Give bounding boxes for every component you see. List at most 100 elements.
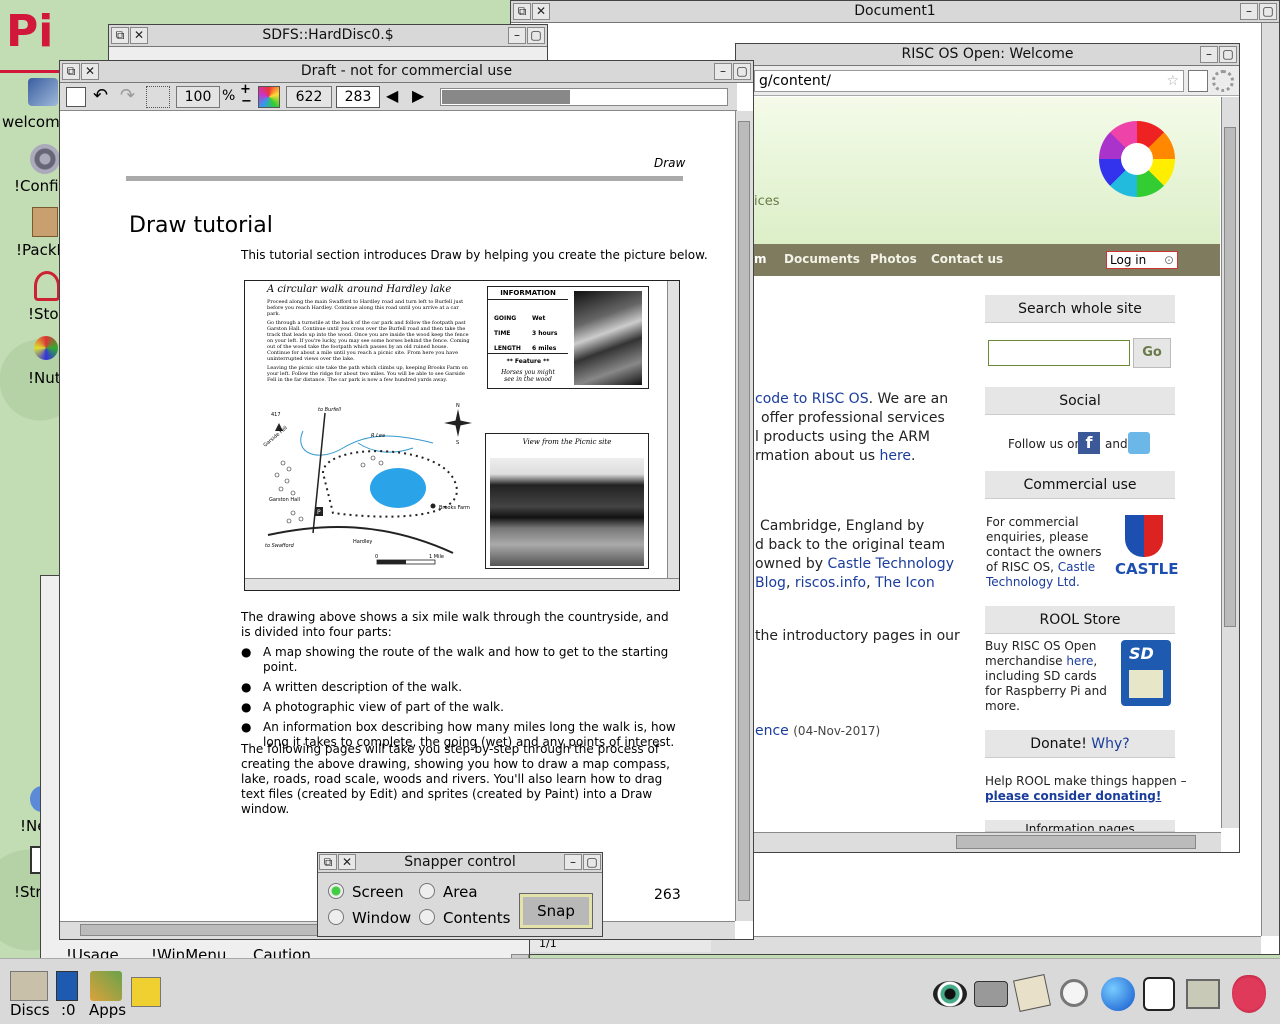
castle-tech-link[interactable]: Castle Technology: [827, 556, 954, 572]
twitter-icon[interactable]: [1128, 432, 1150, 454]
draw-hscroll-thumb[interactable]: [80, 924, 320, 936]
iconise-button[interactable]: –: [1240, 3, 1258, 20]
iconise-button[interactable]: –: [714, 63, 732, 80]
notepad-icon[interactable]: [131, 977, 161, 1007]
harddisc-titlebar[interactable]: ⧉ ✕ SDFS::HardDisc0.$ – ▢: [109, 25, 547, 47]
radio-screen[interactable]: Screen: [328, 883, 404, 901]
follow-text: Follow us on: [1008, 437, 1083, 451]
tabs-icon[interactable]: [1188, 70, 1208, 92]
close-button[interactable]: ✕: [532, 3, 550, 20]
nutpi-icon[interactable]: [34, 336, 58, 360]
toggle-size-button[interactable]: ▢: [583, 854, 601, 870]
info-value: Wet: [532, 315, 546, 322]
blog-link[interactable]: Blog: [755, 575, 786, 591]
back-button[interactable]: ⧉: [513, 3, 531, 20]
riscos-cog-logo: [1099, 121, 1175, 197]
draw-window[interactable]: ⧉ ✕ Draft - not for commercial use – ▢ ↶…: [59, 60, 754, 940]
draw-titlebar[interactable]: ⧉ ✕ Draft - not for commercial use – ▢: [60, 61, 753, 83]
snapper-titlebar[interactable]: ⧉ ✕ Snapper control – ▢: [318, 853, 602, 873]
back-button[interactable]: ⧉: [62, 63, 80, 80]
toggle-size-button[interactable]: ▢: [1219, 46, 1237, 63]
browser-titlebar[interactable]: RISC OS Open: Welcome – ▢: [736, 44, 1239, 66]
next-page-icon[interactable]: ▶: [412, 86, 424, 105]
close-button[interactable]: ✕: [130, 27, 148, 44]
raspberry-icon[interactable]: [1232, 975, 1266, 1013]
grid-icon[interactable]: [146, 86, 170, 108]
zoom-out-icon[interactable]: −: [241, 94, 252, 109]
store-icon[interactable]: [34, 271, 60, 301]
iconise-button[interactable]: –: [508, 27, 526, 44]
toggle-size-button[interactable]: ▢: [527, 27, 545, 44]
browser-vscroll[interactable]: [1221, 97, 1239, 828]
browser-vscroll-thumb[interactable]: [1224, 127, 1236, 627]
palette-icon[interactable]: [258, 86, 280, 108]
snap-button[interactable]: Snap: [519, 893, 593, 929]
snapper-window[interactable]: ⧉ ✕ Snapper control – ▢ Screen Area Wind…: [317, 852, 603, 937]
nav-item-contact[interactable]: Contact us: [931, 252, 1003, 266]
url-field[interactable]: g/content/ ☆: [754, 70, 1184, 92]
config-icon[interactable]: [30, 144, 60, 174]
login-button[interactable]: Log in ⊙: [1106, 251, 1178, 269]
zoom-field[interactable]: 100: [176, 86, 220, 108]
undo-icon[interactable]: ↶: [93, 85, 108, 106]
magnifier-icon[interactable]: [1060, 979, 1088, 1007]
prev-page-icon[interactable]: ◀: [386, 86, 398, 105]
browser-hscroll[interactable]: [736, 832, 1221, 852]
here-link[interactable]: here: [879, 448, 911, 464]
welcome-icon[interactable]: [28, 78, 58, 106]
save-icon[interactable]: [66, 87, 86, 107]
toggle-size-button[interactable]: ▢: [1259, 3, 1277, 20]
draw-toolbar: ↶ ↷ 100 % + − 622 283 ◀ ▶: [60, 82, 737, 111]
settings-gear-icon[interactable]: [1212, 70, 1234, 92]
draw-vscroll[interactable]: [735, 111, 753, 921]
why-link[interactable]: Why?: [1091, 736, 1129, 752]
go-button[interactable]: Go: [1133, 338, 1171, 368]
discs-label[interactable]: Discs: [10, 1001, 50, 1019]
apps-label[interactable]: Apps: [89, 1001, 126, 1019]
store-here-link[interactable]: here: [1066, 654, 1093, 668]
close-button[interactable]: ✕: [81, 63, 99, 80]
riscosinfo-link[interactable]: riscos.info: [795, 575, 866, 591]
nav-item-m[interactable]: m: [754, 252, 767, 266]
hand-icon[interactable]: [1143, 977, 1175, 1011]
facebook-icon[interactable]: f: [1078, 432, 1100, 454]
figure-frame[interactable]: A circular walk around Hardley lake Proc…: [244, 280, 680, 591]
radio-contents[interactable]: Contents: [419, 909, 510, 927]
ramdisc-label[interactable]: :0: [61, 1001, 76, 1019]
search-input[interactable]: [988, 340, 1130, 366]
bullet-text: A written description of the walk.: [263, 680, 463, 694]
width-field[interactable]: 622: [286, 86, 332, 108]
radio-area[interactable]: Area: [419, 883, 478, 901]
close-button[interactable]: ✕: [338, 854, 356, 870]
globe-icon[interactable]: [1101, 977, 1135, 1011]
packman-icon[interactable]: [32, 207, 58, 237]
back-button[interactable]: ⧉: [319, 854, 337, 870]
radio-label: Screen: [352, 883, 404, 901]
scroll-icon[interactable]: [1013, 974, 1051, 1012]
bookmark-star-icon[interactable]: ☆: [1166, 71, 1179, 91]
theicon-link[interactable]: The Icon: [875, 575, 935, 591]
apps-icon[interactable]: [90, 971, 122, 1001]
iconise-button[interactable]: –: [1200, 46, 1218, 63]
iconise-button[interactable]: –: [564, 854, 582, 870]
redo-icon[interactable]: ↷: [120, 85, 135, 106]
body1-t3: l products using the ARM: [755, 429, 931, 445]
ramdisc-icon[interactable]: [56, 971, 78, 1001]
donate-link[interactable]: please consider donating!: [985, 789, 1161, 804]
toggle-size-button[interactable]: ▢: [733, 63, 751, 80]
height-field[interactable]: 283: [336, 86, 380, 108]
news-link[interactable]: ence: [755, 723, 789, 739]
nav-item-documents[interactable]: Documents: [784, 252, 860, 266]
back-button[interactable]: ⧉: [111, 27, 129, 44]
eye-icon[interactable]: [933, 981, 967, 1007]
document1-vscroll[interactable]: [1261, 23, 1279, 936]
code-link[interactable]: code to RISC OS: [755, 391, 869, 407]
discs-icon[interactable]: [10, 971, 48, 1001]
browser-hscroll-thumb[interactable]: [956, 835, 1196, 849]
draw-vscroll-thumb[interactable]: [738, 121, 750, 901]
radio-window[interactable]: Window: [328, 909, 411, 927]
document1-titlebar[interactable]: ⧉ ✕ Document1 – ▢: [511, 1, 1279, 23]
monitor-icon[interactable]: [1186, 979, 1220, 1009]
camera-icon[interactable]: [974, 981, 1008, 1007]
nav-item-photos[interactable]: Photos: [870, 252, 917, 266]
